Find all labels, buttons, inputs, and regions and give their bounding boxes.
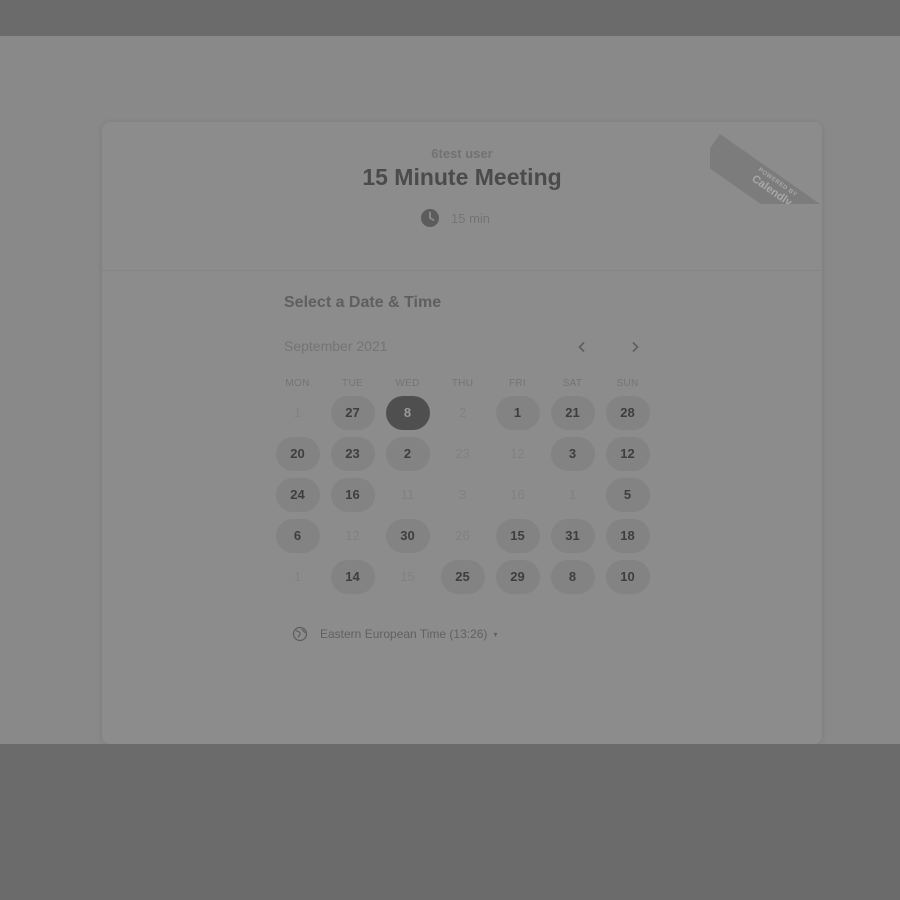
available-day-button[interactable]: 10	[605, 559, 650, 594]
calendar-cell: 3	[435, 474, 490, 515]
unavailable-day: 26	[455, 528, 470, 543]
available-day-button[interactable]: 30	[385, 518, 430, 553]
available-day-button[interactable]: 8	[550, 559, 595, 594]
unavailable-day: 12	[345, 528, 360, 543]
calendar-cell: 1	[490, 392, 545, 433]
weekday-label: SAT	[562, 378, 583, 389]
bottom-band	[0, 744, 900, 900]
calendar-cell: 10	[600, 556, 655, 597]
calendar-cell: 11	[380, 474, 435, 515]
calendar-cell: 6	[270, 515, 325, 556]
calendar-cell: 21	[545, 392, 600, 433]
weekday-label: FRI	[508, 378, 526, 389]
previous-month-button[interactable]	[571, 336, 593, 358]
available-day-button[interactable]: 25	[440, 559, 485, 594]
available-day-button[interactable]: 16	[330, 477, 375, 512]
available-day-button[interactable]: 6	[275, 518, 320, 553]
calendar-cell: 31	[545, 515, 600, 556]
weekday-label: THU	[451, 378, 474, 389]
calendar-cell: 29	[490, 556, 545, 597]
calendar-cell: 23	[325, 433, 380, 474]
calendar-cell: 26	[435, 515, 490, 556]
calendar-cell: 1	[545, 474, 600, 515]
available-day-button[interactable]: 5	[605, 477, 650, 512]
calendar-cell: 12	[600, 433, 655, 474]
calendar-cell: 15	[490, 515, 545, 556]
unavailable-day: 1	[293, 569, 302, 584]
calendar-cell: 1	[270, 556, 325, 597]
unavailable-day: 1	[293, 405, 302, 420]
available-day-button[interactable]: 23	[330, 436, 375, 471]
weekday-label: MON	[285, 378, 310, 389]
calendar-cell: 15	[380, 556, 435, 597]
calendar-cell: 20	[270, 433, 325, 474]
available-day-button[interactable]: 27	[330, 395, 375, 430]
section-title: Select a Date & Time	[284, 294, 442, 311]
calendar-cell: 16	[325, 474, 380, 515]
available-day-button[interactable]: 24	[275, 477, 320, 512]
unavailable-day: 2	[458, 405, 467, 420]
calendar-cell: 18	[600, 515, 655, 556]
calendar-cell: 3	[545, 433, 600, 474]
available-day-button[interactable]: 3	[550, 436, 595, 471]
calendar-cell: 28	[600, 392, 655, 433]
calendar-cell: 30	[380, 515, 435, 556]
available-day-button[interactable]: 29	[495, 559, 540, 594]
available-day-button[interactable]: 2	[385, 436, 430, 471]
duration-label: 15 min	[451, 210, 491, 226]
unavailable-day: 16	[510, 487, 525, 502]
caret-down-icon: ▾	[493, 629, 498, 639]
event-duration: 15 min	[420, 208, 490, 228]
available-day-button[interactable]: 20	[275, 436, 320, 471]
unavailable-day: 1	[568, 487, 577, 502]
next-month-button[interactable]	[624, 336, 646, 358]
available-day-button[interactable]: 12	[605, 436, 650, 471]
unavailable-day: 15	[400, 569, 415, 584]
calendar-cell: 23	[435, 433, 490, 474]
ribbon-band: POWERED BY Calendly	[710, 134, 822, 204]
calendar-cell: 8	[545, 556, 600, 597]
calendar-cell: 24	[270, 474, 325, 515]
available-day-button[interactable]: 1	[495, 395, 540, 430]
globe-icon	[292, 626, 308, 642]
available-day-button[interactable]: 28	[605, 395, 650, 430]
calendar-cell: 16	[490, 474, 545, 515]
chevron-right-icon	[629, 337, 641, 358]
clock-icon	[420, 208, 440, 228]
available-day-button[interactable]: 31	[550, 518, 595, 553]
page-background: 6test user 15 Minute Meeting 15 min POWE…	[0, 36, 900, 744]
timezone-selector[interactable]: Eastern European Time (13:26) ▾	[292, 624, 497, 644]
available-day-button[interactable]: 14	[330, 559, 375, 594]
available-day-button[interactable]: 21	[550, 395, 595, 430]
weekday-label: WED	[395, 378, 420, 389]
calendar-cell: 14	[325, 556, 380, 597]
calendar-cell: 12	[490, 433, 545, 474]
unavailable-day: 12	[510, 446, 525, 461]
calendar-cell: 12	[325, 515, 380, 556]
calendar-cell: 8	[380, 392, 435, 433]
weekday-label: TUE	[342, 378, 363, 389]
timezone-label: Eastern European Time (13:26)	[320, 627, 488, 641]
weekday-label: SUN	[616, 378, 639, 389]
calendar-cell: 5	[600, 474, 655, 515]
calendar-cell: 2	[435, 392, 490, 433]
top-band	[0, 0, 900, 36]
weekday-header-row: MON TUE WED THU FRI SAT SUN	[270, 378, 655, 389]
available-day-button[interactable]: 18	[605, 518, 650, 553]
unavailable-day: 3	[458, 487, 467, 502]
selected-day-button[interactable]: 8	[385, 395, 430, 430]
unavailable-day: 23	[455, 446, 470, 461]
calendar-cell: 2	[380, 433, 435, 474]
calendar-cell: 25	[435, 556, 490, 597]
chevron-left-icon	[576, 337, 588, 358]
booking-card: 6test user 15 Minute Meeting 15 min POWE…	[102, 122, 822, 744]
unavailable-day: 11	[400, 487, 415, 502]
calendar-grid: 1 27 8 2 1 21 28 20 23 2 23 12 3 12 24 16 11 3 16 1 5 6 12 30 26…	[270, 392, 655, 597]
calendar-cell: 27	[325, 392, 380, 433]
available-day-button[interactable]: 15	[495, 518, 540, 553]
powered-by-ribbon[interactable]: POWERED BY Calendly	[710, 122, 822, 204]
month-label: September 2021	[284, 338, 388, 354]
calendar-cell: 1	[270, 392, 325, 433]
